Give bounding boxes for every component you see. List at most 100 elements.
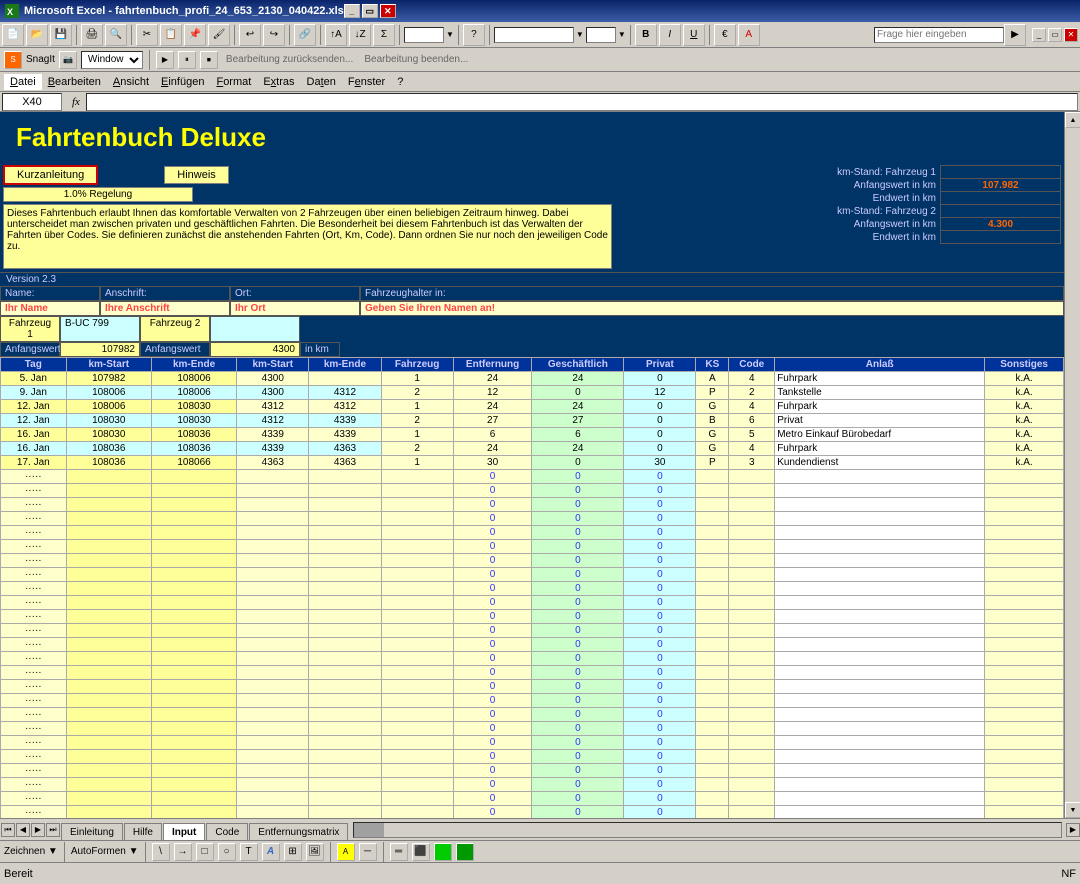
td-kmend2-empty[interactable] [309,582,381,596]
td-geschaeft-empty[interactable]: 0 [532,792,624,806]
td-kmstart2[interactable]: 4339 [237,442,309,456]
td-anlass-empty[interactable] [775,722,985,736]
td-fz-empty[interactable] [381,666,453,680]
td-kmend1-empty[interactable] [151,540,236,554]
td-kmstart1[interactable]: 108006 [66,400,151,414]
td-tag-empty[interactable]: ····· [1,764,67,778]
td-ks-empty[interactable] [696,540,729,554]
td-kmstart1-empty[interactable] [66,582,151,596]
td-kmstart2[interactable]: 4300 [237,372,309,386]
sheet-tab-entfernungsmatrix[interactable]: Entfernungsmatrix [249,823,348,841]
td-privat-empty[interactable]: 0 [624,540,696,554]
td-tag-empty[interactable]: ····· [1,792,67,806]
td-kmend2[interactable]: 4339 [309,414,381,428]
td-fz-empty[interactable] [381,540,453,554]
td-privat-empty[interactable]: 0 [624,792,696,806]
td-entf-empty[interactable]: 0 [453,624,532,638]
td-geschaeft-empty[interactable]: 0 [532,498,624,512]
td-sonstiges-empty[interactable] [985,652,1064,666]
td-kmend1[interactable]: 108030 [151,400,236,414]
td-fz[interactable]: 1 [381,428,453,442]
td-tag[interactable]: 16. Jan [1,442,67,456]
td-anlass-empty[interactable] [775,596,985,610]
td-geschaeft-empty[interactable]: 0 [532,526,624,540]
td-ks-empty[interactable] [696,568,729,582]
td-ks-empty[interactable] [696,554,729,568]
td-privat[interactable]: 0 [624,400,696,414]
kurzanleitung-button[interactable]: Kurzanleitung [3,165,98,185]
scroll-track[interactable] [1065,128,1080,802]
td-code-empty[interactable] [729,526,775,540]
td-kmend2[interactable]: 4312 [309,386,381,400]
td-privat-empty[interactable]: 0 [624,498,696,512]
td-ks-empty[interactable] [696,610,729,624]
td-ks[interactable]: G [696,400,729,414]
td-entf-empty[interactable]: 0 [453,470,532,484]
td-anlass-empty[interactable] [775,554,985,568]
td-entf-empty[interactable]: 0 [453,680,532,694]
snagit-btn3[interactable]: ▶ [156,51,174,69]
restore-button[interactable]: ▭ [362,4,378,18]
td-kmstart1-empty[interactable] [66,694,151,708]
td-ks-empty[interactable] [696,708,729,722]
td-kmend1-empty[interactable] [151,610,236,624]
td-anlass[interactable]: Privat [775,414,985,428]
td-geschaeft-empty[interactable]: 0 [532,708,624,722]
td-anlass-empty[interactable] [775,764,985,778]
td-entf-empty[interactable]: 0 [453,610,532,624]
td-kmend1[interactable]: 108066 [151,456,236,470]
close-app-button[interactable]: ✕ [1064,28,1078,42]
td-privat[interactable]: 0 [624,442,696,456]
td-code-empty[interactable] [729,764,775,778]
td-kmstart2-empty[interactable] [237,680,309,694]
td-kmend2[interactable]: 4363 [309,456,381,470]
td-kmstart2-empty[interactable] [237,638,309,652]
td-code-empty[interactable] [729,736,775,750]
td-anlass[interactable]: Metro Einkauf Bürobedarf [775,428,985,442]
td-kmstart1[interactable]: 108036 [66,456,151,470]
td-tag-empty[interactable]: ····· [1,610,67,624]
td-anlass[interactable]: Fuhrpark [775,372,985,386]
td-ks-empty[interactable] [696,694,729,708]
draw-btn1[interactable]: ═ [390,843,408,861]
td-kmstart1-empty[interactable] [66,540,151,554]
td-kmstart1-empty[interactable] [66,484,151,498]
td-kmstart1-empty[interactable] [66,568,151,582]
td-entf-empty[interactable]: 0 [453,540,532,554]
td-entf-empty[interactable]: 0 [453,806,532,819]
td-geschaeft-empty[interactable]: 0 [532,736,624,750]
td-anlass[interactable]: Kundendienst [775,456,985,470]
td-kmend2-empty[interactable] [309,764,381,778]
td-kmstart1-empty[interactable] [66,554,151,568]
td-tag-empty[interactable]: ····· [1,680,67,694]
td-privat-empty[interactable]: 0 [624,470,696,484]
td-entf-empty[interactable]: 0 [453,596,532,610]
td-anlass-empty[interactable] [775,512,985,526]
td-kmstart2-empty[interactable] [237,792,309,806]
td-privat-empty[interactable]: 0 [624,666,696,680]
td-fz-empty[interactable] [381,638,453,652]
td-kmstart2-empty[interactable] [237,512,309,526]
td-kmend1-empty[interactable] [151,526,236,540]
td-privat-empty[interactable]: 0 [624,610,696,624]
td-tag-empty[interactable]: ····· [1,470,67,484]
ihr-ort-cell[interactable]: Ihr Ort [230,301,360,316]
td-sonstiges[interactable]: k.A. [985,386,1064,400]
td-entf-empty[interactable]: 0 [453,722,532,736]
td-fz-empty[interactable] [381,736,453,750]
td-tag-empty[interactable]: ····· [1,554,67,568]
td-ks-empty[interactable] [696,722,729,736]
td-kmstart2-empty[interactable] [237,554,309,568]
td-privat-empty[interactable]: 0 [624,582,696,596]
geben-sie-cell[interactable]: Geben Sie Ihren Namen an! [360,301,1064,316]
anfang-val1[interactable]: 107982 [60,342,140,357]
td-kmstart2-empty[interactable] [237,596,309,610]
underline-button[interactable]: U [683,24,705,46]
snagit-btn5[interactable]: ⏹ [200,51,218,69]
td-code-empty[interactable] [729,666,775,680]
td-sonstiges[interactable]: k.A. [985,414,1064,428]
td-entf[interactable]: 24 [453,442,532,456]
td-fz-empty[interactable] [381,526,453,540]
td-kmend1-empty[interactable] [151,652,236,666]
td-geschaeft[interactable]: 0 [532,386,624,400]
